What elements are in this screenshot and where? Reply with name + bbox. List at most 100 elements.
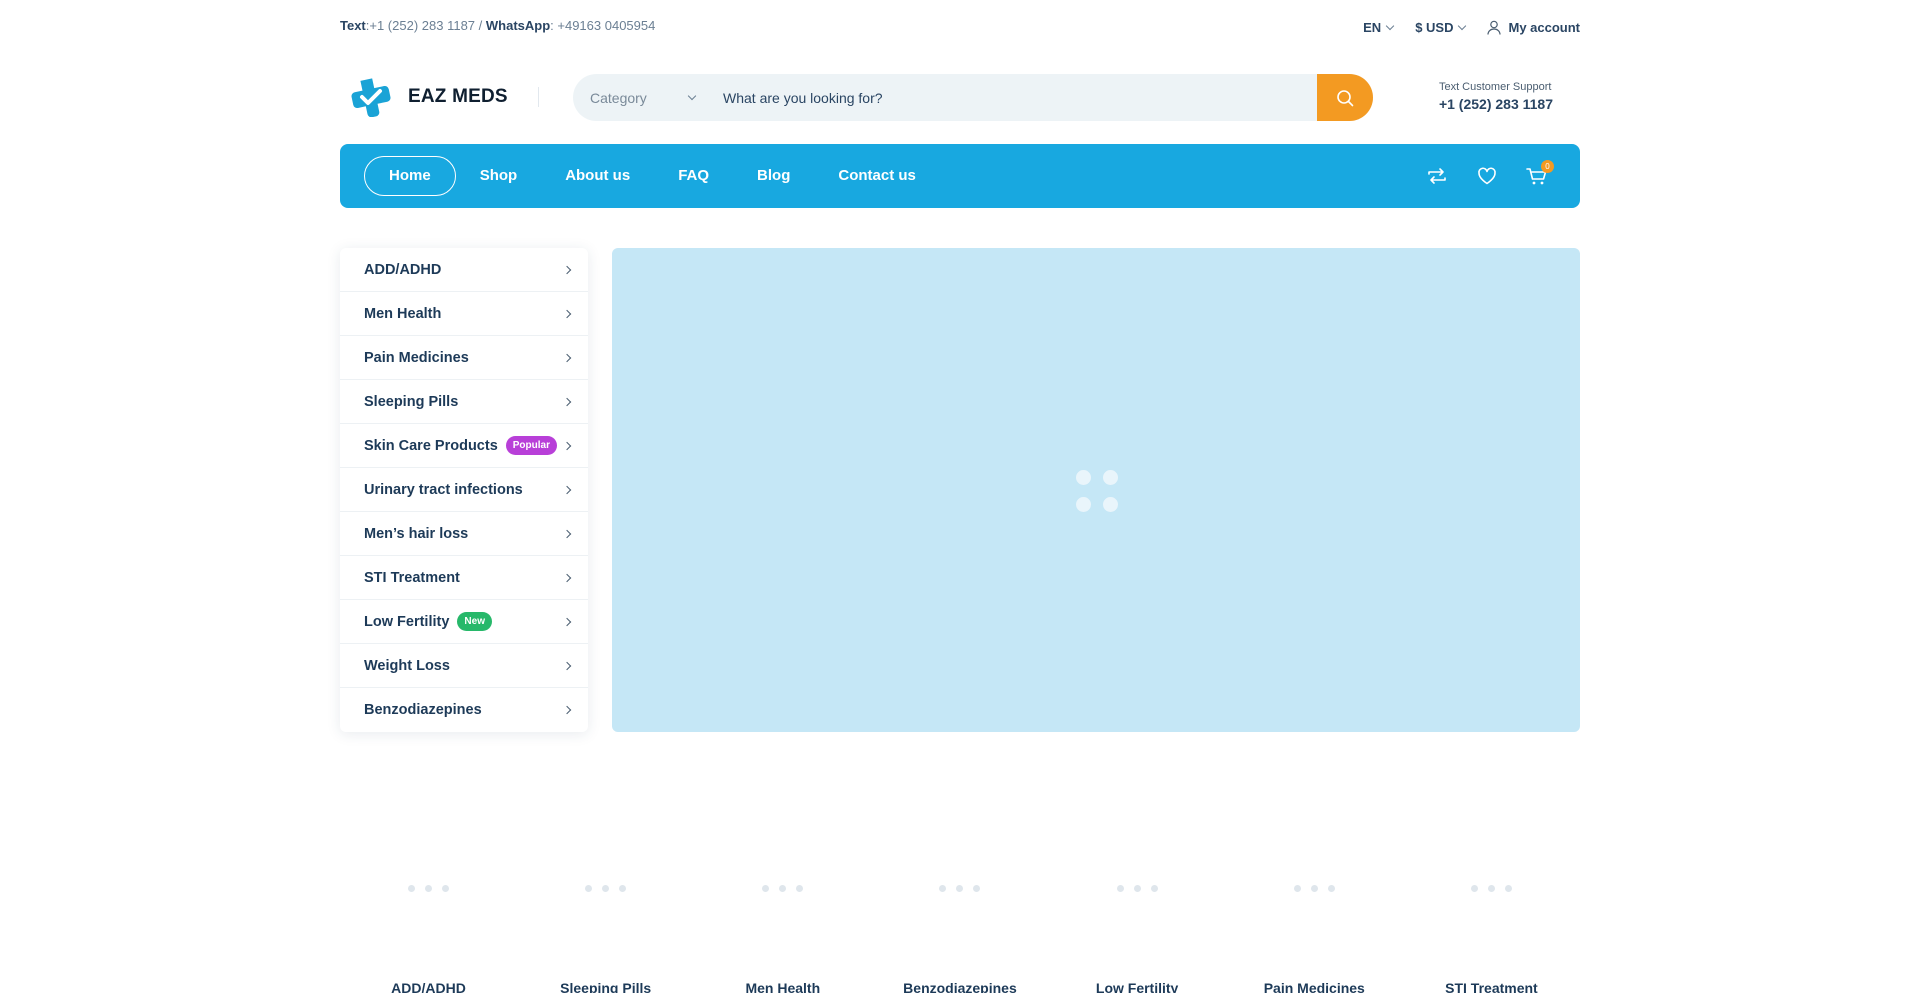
chevron-down-icon bbox=[1458, 21, 1467, 30]
sidebar-item-weight-loss[interactable]: Weight Loss bbox=[340, 644, 588, 688]
sidebar-item-benzodiazepines[interactable]: Benzodiazepines bbox=[340, 688, 588, 732]
new-badge: New bbox=[457, 612, 492, 631]
chevron-right-icon bbox=[562, 485, 572, 494]
loading-dots-icon bbox=[340, 885, 517, 892]
support-label: Text Customer Support bbox=[1438, 81, 1552, 93]
wishlist-heart-icon[interactable] bbox=[1476, 166, 1498, 186]
sidebar-item-add-adhd[interactable]: ADD/ADHD bbox=[340, 248, 588, 292]
chevron-right-icon bbox=[562, 353, 572, 362]
loading-dots-icon bbox=[1049, 885, 1226, 892]
sidebar-item-label: Men’s hair loss bbox=[364, 525, 469, 542]
nav-item-about-us[interactable]: About us bbox=[541, 156, 654, 196]
category-name: STI Treatment bbox=[1445, 980, 1538, 993]
category-select[interactable]: Category bbox=[573, 90, 713, 106]
sidebar-item-low-fertility[interactable]: Low Fertility New bbox=[340, 600, 588, 644]
sidebar-item-men-health[interactable]: Men Health bbox=[340, 292, 588, 336]
loading-dots-icon bbox=[871, 885, 1048, 892]
category-sidebar: ADD/ADHD Men Health Pain Medicines Sleep… bbox=[340, 248, 588, 732]
chevron-right-icon bbox=[562, 573, 572, 582]
sidebar-item-skin-care-products[interactable]: Skin Care Products Popular bbox=[340, 424, 588, 468]
sidebar-item-sleeping-pills[interactable]: Sleeping Pills bbox=[340, 380, 588, 424]
sidebar-item-label: Weight Loss bbox=[364, 657, 450, 674]
customer-support: Text Customer Support +1 (252) 283 1187 bbox=[1439, 81, 1553, 112]
hero-banner[interactable] bbox=[612, 248, 1580, 732]
nav-item-faq[interactable]: FAQ bbox=[654, 156, 733, 196]
text-label: Text bbox=[340, 17, 366, 33]
sidebar-item-mens-hair-loss[interactable]: Men’s hair loss bbox=[340, 512, 588, 556]
chevron-down-icon bbox=[1385, 21, 1395, 30]
chevron-right-icon bbox=[562, 705, 572, 715]
sidebar-item-label: Urinary tract infections bbox=[364, 481, 523, 498]
logo-text: EAZ MEDS bbox=[408, 86, 508, 107]
main-nav: Home Shop About us FAQ Blog Contact us 0 bbox=[340, 144, 1580, 208]
category-card[interactable]: Men Health bbox=[694, 870, 871, 993]
user-icon bbox=[1487, 20, 1502, 35]
category-name: Benzodiazepines bbox=[903, 980, 1017, 993]
category-card[interactable]: Low Fertility bbox=[1049, 870, 1226, 993]
search-bar: Category bbox=[573, 74, 1373, 121]
chevron-right-icon bbox=[562, 617, 572, 626]
top-bar: Text:+1 (252) 283 1187 / WhatsApp: +4916… bbox=[340, 14, 1580, 36]
compare-icon[interactable] bbox=[1426, 166, 1448, 186]
divider bbox=[538, 87, 539, 107]
chevron-right-icon bbox=[562, 265, 572, 274]
sidebar-item-label: Skin Care Products bbox=[364, 437, 498, 454]
logo[interactable]: EAZ MEDS bbox=[350, 77, 508, 117]
logo-cross-icon bbox=[351, 78, 391, 117]
sidebar-item-urinary-tract-infections[interactable]: Urinary tract infections bbox=[340, 468, 588, 512]
category-name: Pain Medicines bbox=[1263, 980, 1365, 993]
whatsapp-label: WhatsApp bbox=[485, 17, 551, 33]
contact-info: Text:+1 (252) 283 1187 / WhatsApp: +4916… bbox=[340, 18, 655, 33]
loading-dots-icon bbox=[694, 885, 871, 892]
my-account-link[interactable]: My account bbox=[1487, 20, 1580, 35]
category-name: Men Health bbox=[745, 980, 821, 993]
sidebar-item-label: Low Fertility bbox=[364, 613, 450, 630]
search-input[interactable] bbox=[713, 89, 1317, 106]
category-name: Sleeping Pills bbox=[560, 980, 652, 993]
loading-dots-icon bbox=[1226, 885, 1403, 892]
sidebar-item-label: Pain Medicines bbox=[364, 349, 469, 366]
category-card[interactable]: STI Treatment bbox=[1403, 870, 1580, 993]
loading-dots-icon bbox=[1403, 885, 1580, 892]
search-button[interactable] bbox=[1317, 74, 1373, 121]
language-value: EN bbox=[1363, 19, 1382, 35]
language-selector[interactable]: EN bbox=[1363, 19, 1395, 35]
chevron-right-icon bbox=[562, 661, 572, 670]
nav-item-contact-us[interactable]: Contact us bbox=[814, 156, 940, 196]
chevron-right-icon bbox=[562, 529, 572, 538]
chevron-right-icon bbox=[562, 397, 572, 406]
category-name: Low Fertility bbox=[1095, 980, 1179, 993]
category-carousel: ADD/ADHD Sleeping Pills Men Health Benzo… bbox=[340, 870, 1580, 993]
nav-icons: 0 bbox=[1426, 160, 1554, 186]
currency-selector[interactable]: $ USD bbox=[1415, 19, 1467, 35]
chevron-down-icon bbox=[687, 91, 697, 101]
sidebar-item-label: ADD/ADHD bbox=[364, 261, 442, 278]
popular-badge: Popular bbox=[505, 436, 557, 455]
whatsapp-phone: : +49163 0405954 bbox=[550, 17, 656, 33]
category-card[interactable]: ADD/ADHD bbox=[340, 870, 517, 993]
loading-spinner-icon bbox=[1076, 470, 1118, 512]
category-card[interactable]: Pain Medicines bbox=[1226, 870, 1403, 993]
category-name: ADD/ADHD bbox=[391, 980, 466, 993]
top-right-controls: EN $ USD My account bbox=[1363, 20, 1580, 35]
category-select-label: Category bbox=[590, 89, 647, 106]
nav-item-blog[interactable]: Blog bbox=[733, 156, 814, 196]
sidebar-item-label: Sleeping Pills bbox=[364, 393, 459, 410]
sidebar-item-label: STI Treatment bbox=[364, 569, 460, 586]
loading-dots-icon bbox=[517, 885, 694, 892]
sidebar-item-pain-medicines[interactable]: Pain Medicines bbox=[340, 336, 588, 380]
header: EAZ MEDS Category Text Customer Support … bbox=[340, 73, 1580, 121]
cart-icon[interactable]: 0 bbox=[1526, 160, 1554, 186]
category-card[interactable]: Benzodiazepines bbox=[871, 870, 1048, 993]
search-icon bbox=[1337, 89, 1354, 106]
chevron-right-icon bbox=[562, 441, 572, 450]
support-phone[interactable]: +1 (252) 283 1187 bbox=[1439, 96, 1553, 112]
category-card[interactable]: Sleeping Pills bbox=[517, 870, 694, 993]
nav-item-home[interactable]: Home bbox=[364, 156, 456, 196]
sidebar-item-sti-treatment[interactable]: STI Treatment bbox=[340, 556, 588, 600]
nav-item-shop[interactable]: Shop bbox=[456, 156, 542, 196]
currency-value: $ USD bbox=[1415, 19, 1454, 35]
cart-count-badge: 0 bbox=[1541, 160, 1554, 173]
text-phone: :+1 (252) 283 1187 / bbox=[365, 17, 486, 33]
sidebar-item-label: Men Health bbox=[364, 305, 442, 322]
